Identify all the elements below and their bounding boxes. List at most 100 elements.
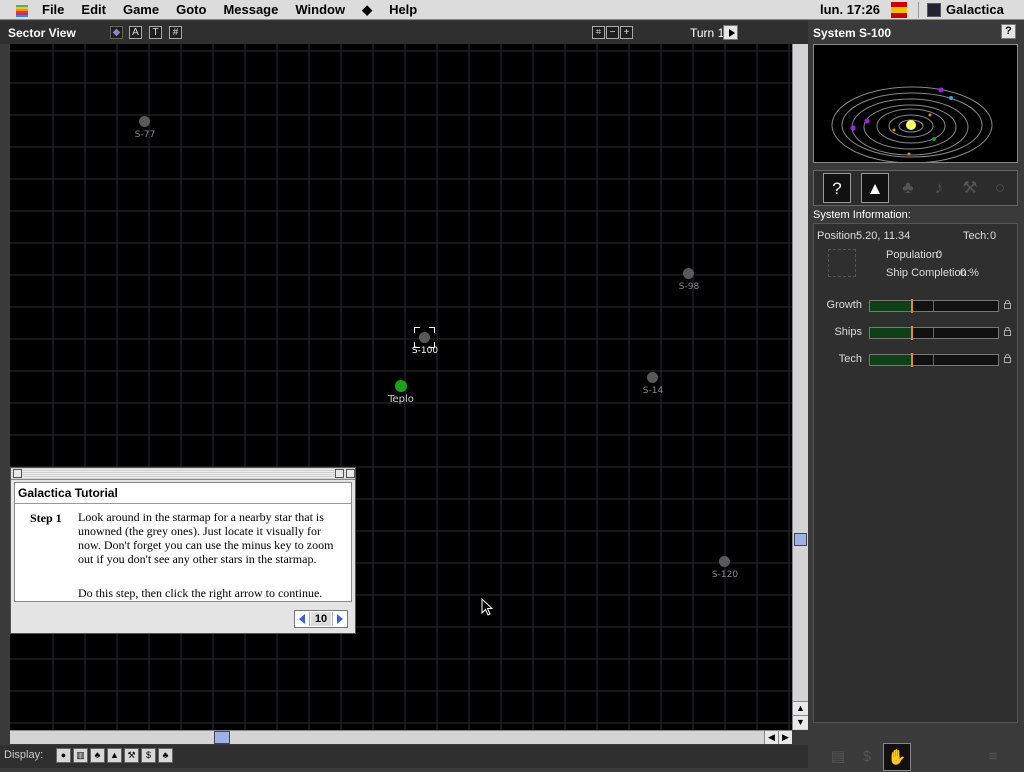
menu-item-6[interactable]: ◆	[362, 0, 372, 20]
slider-marker[interactable]	[911, 353, 914, 367]
app-name[interactable]: Galactica	[946, 0, 1004, 20]
scroll-up-arrow[interactable]: ▲	[793, 701, 808, 715]
language-flag-icon[interactable]	[891, 2, 907, 18]
star-label: S-120	[711, 570, 739, 580]
ship-completion-value: 0 %	[960, 267, 979, 279]
zoom-in-icon[interactable]: +	[620, 26, 633, 39]
owner-slot	[828, 249, 856, 277]
info-icon[interactable]: ?	[823, 173, 851, 203]
star-label: S-14	[642, 386, 664, 396]
display-tech-icon[interactable]: ⚒	[124, 748, 139, 763]
menu-item-3[interactable]: Goto	[176, 0, 206, 20]
hand-icon[interactable]: ✋	[883, 743, 911, 771]
display-stars-icon[interactable]: ●	[56, 748, 71, 763]
help-button[interactable]: ?	[1001, 24, 1016, 39]
next-turn-button[interactable]	[723, 25, 738, 40]
menu-item-2[interactable]: Game	[123, 0, 159, 20]
menu-item-1[interactable]: Edit	[81, 0, 106, 20]
lock-icon[interactable]	[1004, 354, 1011, 363]
text-toggle-icon[interactable]: T	[149, 26, 162, 39]
step-text: Look around in the starmap for a nearby …	[78, 510, 334, 566]
star-dot[interactable]	[719, 556, 730, 567]
slider-marker[interactable]	[911, 326, 914, 340]
slider-fill	[870, 301, 913, 311]
system-info-label: System Information:	[813, 209, 911, 221]
slider-marker[interactable]	[911, 299, 914, 313]
display-bar: Display: ● ▥ ♣ ▲ ⚒ $ ♣	[0, 745, 808, 768]
lightbulb-icon[interactable]: ○	[986, 173, 1014, 203]
hammer-icon[interactable]: ⚒	[956, 173, 984, 203]
slider-growth[interactable]	[869, 299, 999, 313]
document-icon[interactable]: ▤	[824, 743, 852, 771]
slider-label-growth: Growth	[826, 299, 862, 311]
menu-clock: lun. 17:26	[820, 2, 880, 17]
ship-icon[interactable]: ▲	[861, 173, 889, 203]
selection-brackets	[414, 327, 435, 348]
slider-tech[interactable]	[869, 353, 999, 367]
display-growth-icon[interactable]: ♣	[90, 748, 105, 763]
app-icon[interactable]	[927, 3, 941, 17]
step-note: Do this step, then click the right arrow…	[78, 586, 323, 600]
menu-item-0[interactable]: File	[42, 0, 64, 20]
position-value: 5.20, 11.34	[856, 230, 911, 242]
slider-tick	[933, 328, 934, 338]
vertical-scroll-thumb[interactable]	[794, 533, 807, 546]
filter-icon[interactable]: ◆	[110, 26, 123, 39]
star-label: S-100	[411, 346, 439, 356]
slider-ships[interactable]	[869, 326, 999, 340]
apple-menu-icon[interactable]	[14, 2, 30, 18]
list-icon[interactable]: ≡	[979, 743, 1007, 771]
star-dot[interactable]	[647, 372, 658, 383]
previous-step-arrow-icon[interactable]	[296, 612, 310, 626]
display-economy-icon[interactable]: ♣	[158, 748, 173, 763]
tutorial-titlebar[interactable]	[11, 468, 355, 480]
system-tool-row: ? ▲ ♣ ♪ ⚒ ○	[813, 170, 1018, 206]
display-ships-icon[interactable]: ▲	[107, 748, 122, 763]
zoom-box-icon[interactable]	[335, 469, 344, 478]
menu-item-7[interactable]: Help	[389, 0, 417, 20]
star-dot[interactable]	[395, 380, 407, 392]
money-icon[interactable]: $	[853, 743, 881, 771]
scroll-right-arrow[interactable]: ▶	[778, 731, 792, 744]
slider-fill	[870, 355, 913, 365]
display-owner-icon[interactable]: ▥	[73, 748, 88, 763]
population-label: Population:	[886, 249, 942, 261]
system-panel: System S-100 ? ? ▲ ♣ ♪ ⚒ ○ System Inform…	[809, 21, 1024, 771]
star-label: S-77	[134, 130, 156, 140]
names-toggle-icon[interactable]: A	[129, 26, 142, 39]
slider-label-ships: Ships	[834, 326, 862, 338]
tutorial-body: Galactica Tutorial Step 1 Look around in…	[14, 482, 352, 602]
scroll-down-arrow[interactable]: ▼	[793, 715, 808, 729]
zoom-out-icon[interactable]: −	[606, 26, 619, 39]
system-orbit-view	[813, 44, 1018, 174]
tutorial-navigation: 10	[294, 610, 348, 628]
next-step-arrow-icon[interactable]	[332, 612, 346, 626]
lock-icon[interactable]	[1004, 327, 1011, 336]
star-label: Teplo	[388, 394, 414, 405]
tutorial-page-number: 10	[311, 612, 331, 626]
menu-item-5[interactable]: Window	[295, 0, 345, 20]
plant-icon[interactable]: ♣	[894, 173, 922, 203]
star-dot[interactable]	[139, 116, 150, 127]
system-info-box: Position: 5.20, 11.34 Tech: 0 Population…	[813, 223, 1018, 723]
guitar-icon[interactable]: ♪	[925, 173, 953, 203]
grid-toggle-icon[interactable]: #	[169, 26, 182, 39]
orbit-diagram	[831, 86, 993, 174]
population-value: 0	[936, 249, 943, 261]
zoom-fit-icon[interactable]: ⌗	[592, 26, 605, 39]
display-money-icon[interactable]: $	[141, 748, 156, 763]
ship-completion-label: Ship Completion:	[886, 267, 970, 279]
vertical-scrollbar[interactable]: ▲ ▼	[792, 44, 808, 730]
tutorial-window: Galactica Tutorial Step 1 Look around in…	[10, 467, 356, 634]
menu-item-4[interactable]: Message	[223, 0, 278, 20]
close-box-icon[interactable]	[13, 469, 22, 478]
sector-view-header: Sector View ◆ A T # ⌗ − + Turn 1	[0, 21, 808, 44]
scroll-left-arrow[interactable]: ◀	[764, 731, 778, 744]
horizontal-scrollbar[interactable]: ◀ ▶	[10, 730, 792, 744]
lock-icon[interactable]	[1004, 300, 1011, 309]
system-title: System S-100	[813, 26, 892, 40]
collapse-box-icon[interactable]	[346, 469, 355, 478]
horizontal-scroll-thumb[interactable]	[214, 731, 230, 744]
position-label: Position:	[817, 230, 860, 242]
star-dot[interactable]	[683, 268, 694, 279]
